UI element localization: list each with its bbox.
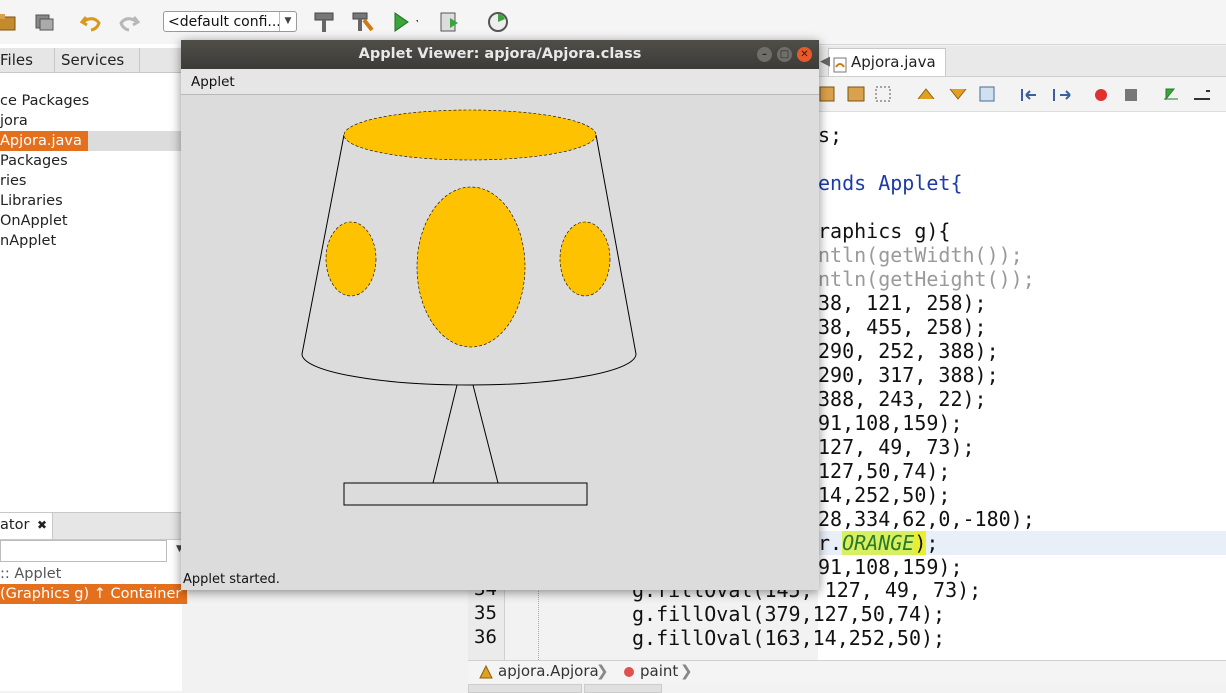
tree-item-test-packages[interactable]: Packages (0, 151, 68, 171)
new-project-icon[interactable] (0, 8, 20, 36)
code-line: g.fillOval(163,14,252,50); (632, 626, 946, 650)
undo-icon[interactable] (77, 8, 105, 36)
editor-toolbar-icons (819, 86, 1210, 102)
right-oval (559, 221, 611, 297)
tree-item-apjora-java[interactable]: Apjora.java (0, 131, 88, 151)
build-icon[interactable] (310, 8, 338, 36)
chevron-right-icon: ❯ (596, 662, 609, 680)
left-oval (325, 221, 377, 297)
left-panel-tabs: Files Services (0, 48, 182, 73)
applet-canvas (181, 95, 819, 570)
profile-icon[interactable] (486, 8, 514, 36)
stem-left (432, 384, 458, 484)
code-line: ntln(getWidth()); (818, 243, 1023, 267)
bottom-tab[interactable] (468, 684, 582, 693)
menu-applet[interactable]: Applet (181, 74, 235, 90)
code-line: 38, 455, 258); (818, 315, 987, 339)
code-fragment: ; (926, 531, 939, 555)
code-line: 290, 317, 388); (818, 363, 999, 387)
code-line: ntln(getHeight()); (818, 267, 1035, 291)
tree-item-source-packages[interactable]: ce Packages (0, 91, 89, 111)
code-line: 38, 121, 258); (818, 291, 987, 315)
main-toolbar: <default confi... ▼ (0, 0, 1226, 45)
line-number: 35 (474, 602, 497, 624)
close-icon[interactable]: ✖ (37, 518, 47, 532)
bottom-tab[interactable] (584, 684, 662, 693)
code-line: r.ORANGE); (818, 531, 938, 555)
debug-icon[interactable] (438, 8, 466, 36)
code-line: 290, 252, 388); (818, 339, 999, 363)
maximize-icon[interactable]: □ (777, 47, 792, 62)
class-icon (478, 664, 494, 684)
code-fragment: r. (818, 531, 843, 555)
editor-toolbar (818, 77, 1226, 112)
breadcrumb: apjora.Apjora ❯ paint ❯ (468, 660, 1226, 683)
applet-menubar: Applet (181, 69, 819, 95)
code-line: raphics g){ (818, 219, 951, 243)
navigator-tabbar: ator ✖ (0, 512, 182, 540)
tree-item-libraries[interactable]: ries (0, 171, 26, 191)
code-line: 91,108,159); (818, 411, 963, 435)
navigator-item-class[interactable]: :: Applet (0, 564, 61, 584)
configuration-select-value: <default confi... (168, 14, 281, 30)
minimize-icon[interactable]: – (757, 47, 772, 62)
code-line: ends Applet{ (818, 171, 963, 195)
navigator-filter-field[interactable] (0, 540, 167, 562)
code-line: 91,108,159); (818, 555, 963, 579)
code-line: 127,50,74); (818, 459, 951, 483)
applet-status: Applet started. (183, 572, 280, 587)
chevron-right-icon: ❯ (680, 662, 693, 680)
run-icon[interactable] (390, 8, 418, 36)
code-line: 388, 243, 22); (818, 387, 987, 411)
clean-build-icon[interactable] (348, 8, 376, 36)
tab-navigator[interactable]: ator ✖ (0, 513, 53, 539)
line-number: 36 (474, 626, 497, 648)
configuration-select[interactable]: <default confi... ▼ (163, 11, 297, 32)
applet-viewer-window: Applet Viewer: apjora/Apjora.class – □ ✕… (181, 40, 819, 590)
applet-window-title: Applet Viewer: apjora/Apjora.class (358, 46, 642, 62)
tab-scroll-left-icon[interactable]: ◀ (820, 54, 830, 69)
editor-tab-label: Apjora.java (851, 53, 936, 71)
code-extends-applet: ends Applet{ (818, 171, 963, 195)
editor-tab-apjora[interactable]: Apjora.java (828, 48, 946, 76)
navigator-item-paint[interactable]: (Graphics g) ↑ Container (0, 584, 188, 604)
tab-files[interactable]: Files (0, 48, 55, 72)
tree-item-project-a[interactable]: OnApplet (0, 211, 68, 231)
code-line: 14,252,50); (818, 483, 951, 507)
tab-services[interactable]: Services (54, 48, 140, 72)
navigator-tab-label: ator (0, 517, 30, 533)
method-icon (624, 667, 634, 677)
open-project-icon[interactable] (30, 8, 58, 36)
lamp-base (343, 482, 588, 506)
code-fragment-bracket: ) (914, 531, 927, 555)
lampshade-top (343, 109, 597, 161)
code-line: g.fillOval(379,127,50,74); (632, 602, 946, 626)
center-oval (416, 186, 526, 348)
tree-item-package[interactable]: jora (0, 111, 28, 131)
lamp-drawing (301, 109, 637, 506)
code-fragment-orange: ORANGE (842, 531, 915, 555)
chevron-down-icon: ▼ (279, 12, 296, 31)
breadcrumb-method[interactable]: paint (640, 662, 678, 680)
close-icon[interactable]: ✕ (797, 47, 812, 62)
tree-item-project-b[interactable]: nApplet (0, 231, 56, 251)
applet-window-titlebar[interactable]: Applet Viewer: apjora/Apjora.class – □ ✕ (181, 40, 819, 69)
code-line: 127, 49, 73); (818, 435, 975, 459)
code-line: 28,334,62,0,-180); (818, 507, 1035, 531)
code-line: s; (818, 123, 843, 147)
breadcrumb-class[interactable]: apjora.Apjora (498, 662, 599, 680)
redo-icon[interactable] (115, 8, 143, 36)
tree-item-test-libraries[interactable]: Libraries (0, 191, 63, 211)
stem-right (472, 384, 499, 484)
